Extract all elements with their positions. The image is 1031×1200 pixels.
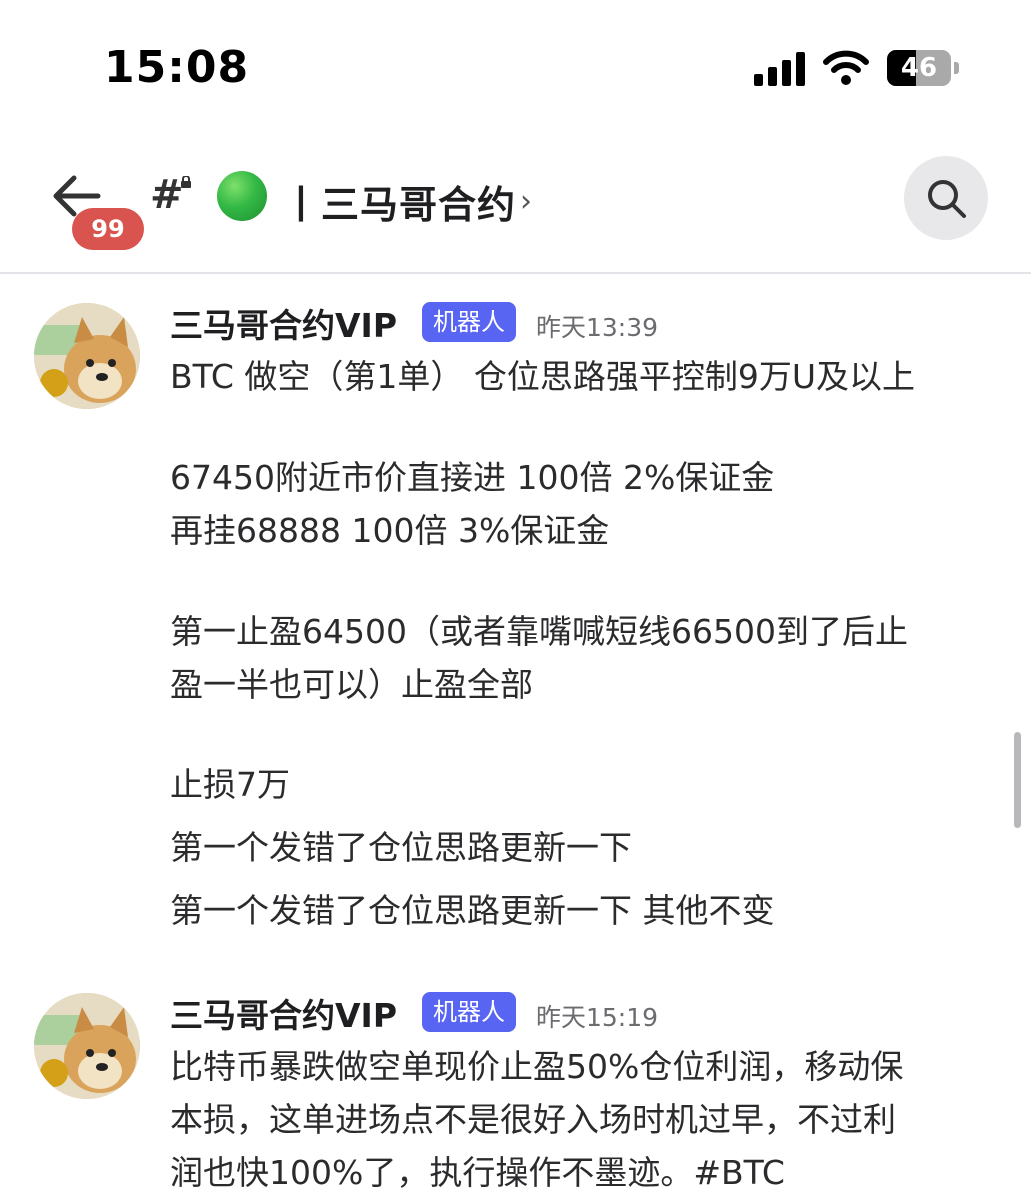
channel-hash-icon: # — [150, 172, 184, 218]
avatar[interactable] — [34, 993, 140, 1099]
message-author[interactable]: 三马哥合约VIP — [170, 989, 397, 1037]
channel-header: 99 # 丨三马哥合约 › — [0, 150, 1031, 274]
message-line: 比特币暴跌做空单现价止盈50%仓位利润，移动保 — [170, 1047, 904, 1086]
message-line: 第一个发错了仓位思路更新一下 其他不变 — [170, 891, 775, 930]
channel-title[interactable]: 丨三马哥合约 — [282, 174, 516, 229]
message-timestamp: 昨天15:19 — [536, 1003, 659, 1032]
message-line: 第一个发错了仓位思路更新一下 — [170, 828, 632, 867]
message-line: 本损，这单进场点不是很好入场时机过早，不过利 — [170, 1100, 896, 1139]
battery-tip — [954, 62, 959, 74]
shiba-avatar-icon — [34, 303, 140, 409]
lock-icon — [181, 176, 191, 188]
scrollbar[interactable] — [1014, 732, 1021, 828]
message-line: 再挂68888 100倍 3%保证金 — [170, 511, 610, 550]
message-line: 67450附近市价直接进 100倍 2%保证金 — [170, 458, 775, 497]
cellular-signal-icon — [754, 52, 805, 86]
message-timestamp: 昨天13:39 — [536, 313, 659, 342]
green-circle-emoji — [217, 171, 267, 221]
unread-count-badge: 99 — [72, 208, 144, 250]
bot-badge: 机器人 — [422, 302, 516, 342]
message-line: 润也快100%了，执行操作不墨迹。#BTC — [170, 1153, 785, 1192]
battery-icon: 46 — [887, 50, 951, 86]
chevron-right-icon[interactable]: › — [520, 184, 532, 219]
message-line: 止损7万 — [170, 765, 290, 804]
bot-badge: 机器人 — [422, 992, 516, 1032]
status-time: 15:08 — [104, 42, 250, 93]
avatar[interactable] — [34, 303, 140, 409]
message-line: 第一止盈64500（或者靠嘴喊短线66500到了后止 — [170, 612, 908, 651]
status-bar: 15:08 46 — [0, 0, 1031, 130]
battery-level: 46 — [900, 53, 938, 83]
message-line: 盈一半也可以）止盈全部 — [170, 665, 533, 704]
search-icon — [928, 180, 966, 218]
wifi-icon — [823, 50, 869, 85]
search-button[interactable] — [904, 156, 988, 240]
message-author[interactable]: 三马哥合约VIP — [170, 299, 397, 347]
message-line: BTC 做空（第1单） 仓位思路强平控制9万U及以上 — [170, 357, 916, 396]
shiba-avatar-icon — [34, 993, 140, 1099]
